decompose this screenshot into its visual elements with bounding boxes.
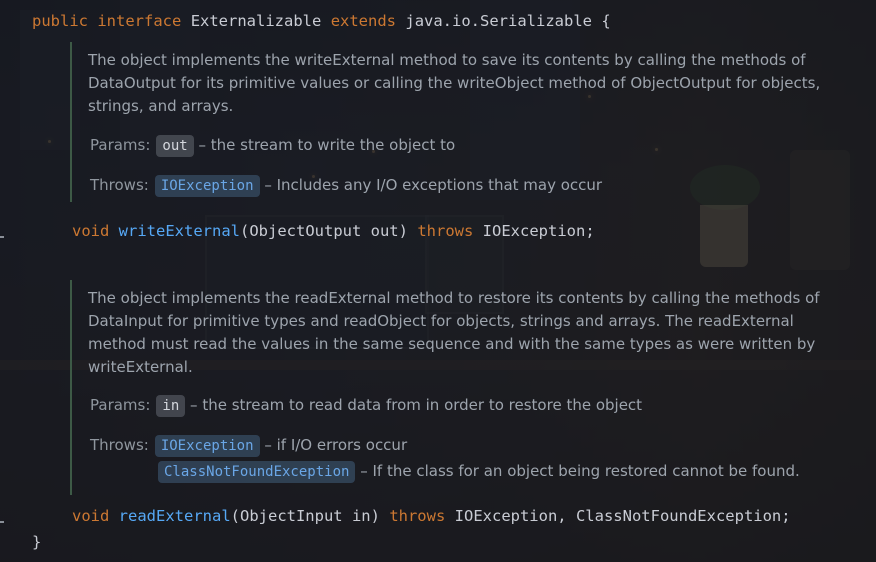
write-external-signature[interactable]: void writeExternal(ObjectOutput out) thr… xyxy=(72,221,595,241)
keyword-throws: throws xyxy=(417,222,474,240)
close-brace: } xyxy=(32,533,42,551)
keyword-throws: throws xyxy=(389,507,446,525)
read-doc-description: The object implements the readExternal m… xyxy=(88,289,820,376)
parent-interface: java.io.Serializable xyxy=(405,12,592,30)
read-external-signature[interactable]: void readExternal(ObjectInput in) throws… xyxy=(72,506,791,526)
params-label: Params: xyxy=(90,136,151,154)
keyword-void: void xyxy=(72,222,110,240)
method-name[interactable]: readExternal xyxy=(119,507,231,525)
interface-declaration[interactable]: public interface Externalizable extends … xyxy=(32,11,611,31)
exception-link[interactable]: IOException xyxy=(154,175,260,197)
method-params: (ObjectOutput out) xyxy=(240,222,408,240)
write-doc-throws: Throws: IOException – Includes any I/O ex… xyxy=(90,174,602,197)
throws-description: – Includes any I/O exceptions that may o… xyxy=(264,176,603,194)
read-doc-params: Params: in – the stream to read data from… xyxy=(90,394,642,417)
keyword-extends: extends xyxy=(330,12,397,30)
params-label: Params: xyxy=(90,396,151,414)
throws-description: – if I/O errors occur xyxy=(264,436,408,454)
exception-link[interactable]: IOException xyxy=(154,435,260,457)
throws-label: Throws: xyxy=(90,176,149,194)
throws-label: Throws: xyxy=(90,436,149,454)
throws-description: – If the class for an object being resto… xyxy=(360,462,800,480)
write-doc-description: The object implements the writeExternal … xyxy=(88,51,821,115)
method-exceptions: IOException; xyxy=(482,222,595,240)
param-description: – the stream to write the object to xyxy=(198,136,456,154)
read-doc-throws: Throws: IOException – if I/O errors occur xyxy=(90,434,407,457)
keyword-void: void xyxy=(72,507,110,525)
gutter-marker xyxy=(0,521,4,523)
gutter-marker xyxy=(0,236,4,238)
method-params: (ObjectInput in) xyxy=(230,507,380,525)
read-doc-throws-2: ClassNotFoundException – If the class fo… xyxy=(158,460,800,483)
method-name[interactable]: writeExternal xyxy=(119,222,240,240)
method-exceptions: IOException, ClassNotFoundException; xyxy=(454,507,791,525)
code-editor[interactable]: public interface Externalizable extends … xyxy=(0,0,876,562)
param-description: – the stream to read data from in order … xyxy=(190,396,643,414)
exception-link[interactable]: ClassNotFoundException xyxy=(158,461,356,483)
open-brace: { xyxy=(601,12,611,30)
param-name-chip: in xyxy=(156,395,186,417)
keyword-public: public xyxy=(32,12,88,30)
write-doc-params: Params: out – the stream to write the obj… xyxy=(90,134,455,157)
keyword-interface: interface xyxy=(97,12,182,30)
param-name-chip: out xyxy=(156,135,194,157)
interface-name: Externalizable xyxy=(190,12,322,30)
